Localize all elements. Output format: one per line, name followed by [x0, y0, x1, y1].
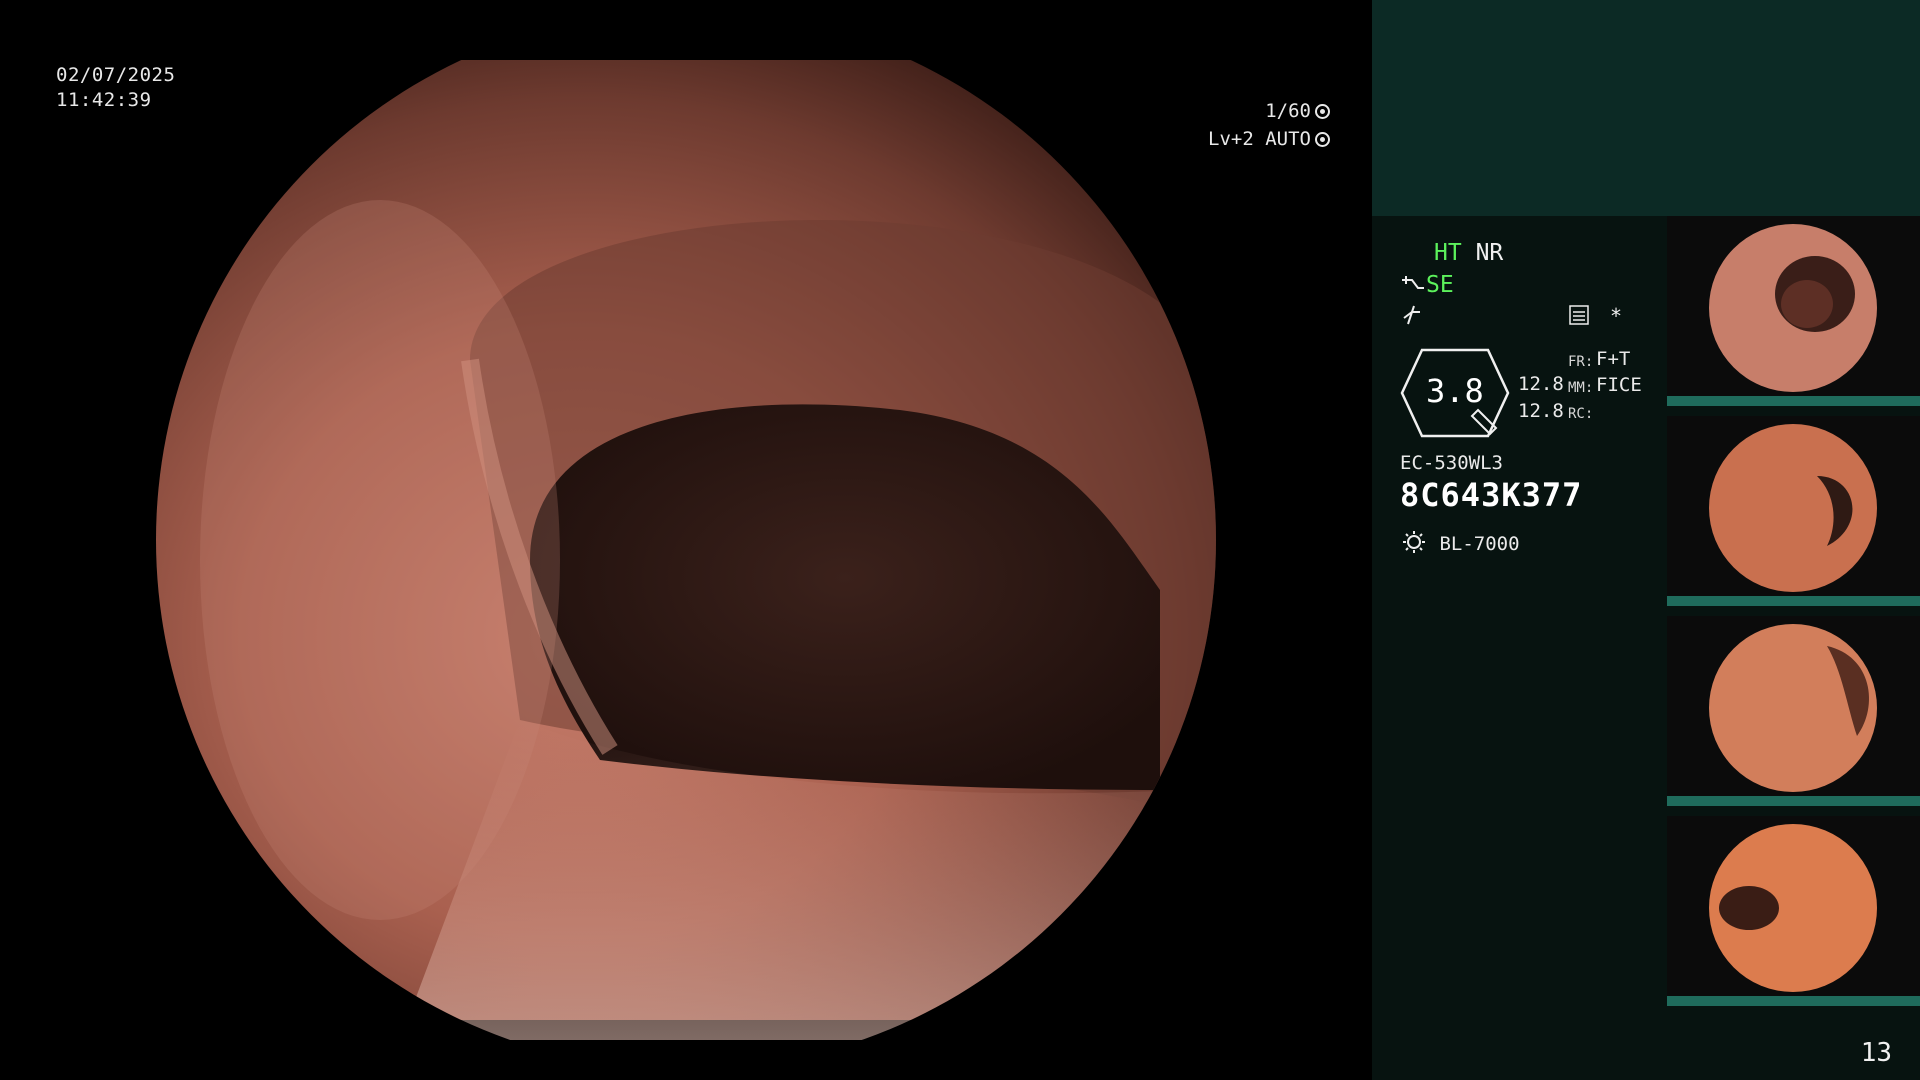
- shutter-value: 1/60: [1265, 100, 1311, 122]
- thumbnail-image: [1709, 224, 1877, 392]
- shutter-speed: 1/60: [1265, 100, 1330, 122]
- info-panel: HT NR SE * 3.8 12.8 12.8 FR: F+T MM: FIC…: [1372, 0, 1920, 1080]
- camera-auto-icon: [1315, 132, 1330, 147]
- exposure-level: Lv+2 AUTO: [1208, 128, 1330, 150]
- thumbnail-image: [1709, 824, 1877, 992]
- thumbnail-3[interactable]: [1667, 616, 1920, 806]
- thumbnail-bar: [1667, 796, 1920, 806]
- value-1: 12.8: [1518, 373, 1564, 395]
- mm-label: MM:: [1568, 380, 1594, 396]
- nr-label: NR: [1475, 240, 1504, 266]
- lamp-icon: [1403, 531, 1425, 553]
- badge-value: 3.8: [1426, 372, 1484, 410]
- fr-label: FR:: [1568, 354, 1594, 370]
- time-label: 11:42:39: [56, 89, 152, 111]
- ht-label: HT: [1434, 240, 1462, 266]
- thumbnail-bar: [1667, 596, 1920, 606]
- endoscope-view: 02/07/2025 11:42:39 1/60 Lv+2 AUTO: [0, 0, 1372, 1080]
- ht-nr-row: HT NR: [1434, 240, 1503, 266]
- thumbnail-4[interactable]: [1667, 816, 1920, 1006]
- iris-icon: [1315, 104, 1330, 119]
- page-number: 13: [1860, 1038, 1892, 1068]
- mm-value: FICE: [1596, 374, 1642, 396]
- light-source-row: BL-7000: [1400, 530, 1520, 555]
- notes-icon: [1569, 305, 1589, 325]
- wave-icon: [1403, 305, 1420, 325]
- rc-label: RC:: [1568, 406, 1594, 422]
- scope-model: EC-530WL3: [1400, 452, 1503, 474]
- se-row: SE: [1400, 272, 1454, 298]
- level-value: Lv+2 AUTO: [1208, 128, 1311, 150]
- wave-row: [1402, 304, 1422, 332]
- thumbnail-bar: [1667, 996, 1920, 1006]
- scope-icon: [1402, 276, 1424, 289]
- serial-number: 8C643K377: [1400, 476, 1583, 514]
- thumbnail-image: [1709, 424, 1877, 592]
- light-source-label: BL-7000: [1439, 533, 1520, 555]
- date-label: 02/07/2025: [56, 64, 176, 86]
- fr-value: F+T: [1596, 348, 1631, 370]
- thumbnail-2[interactable]: [1667, 416, 1920, 606]
- se-label: SE: [1426, 272, 1454, 298]
- notes-row: *: [1568, 304, 1622, 328]
- thumbnail-1[interactable]: [1667, 216, 1920, 406]
- asterisk-label: *: [1610, 304, 1623, 328]
- thumbnail-image: [1709, 624, 1877, 792]
- thumbnail-bar: [1667, 396, 1920, 406]
- value-2: 12.8: [1518, 400, 1564, 422]
- panel-header-area: [1372, 0, 1920, 216]
- endoscopic-image: [156, 60, 1216, 1040]
